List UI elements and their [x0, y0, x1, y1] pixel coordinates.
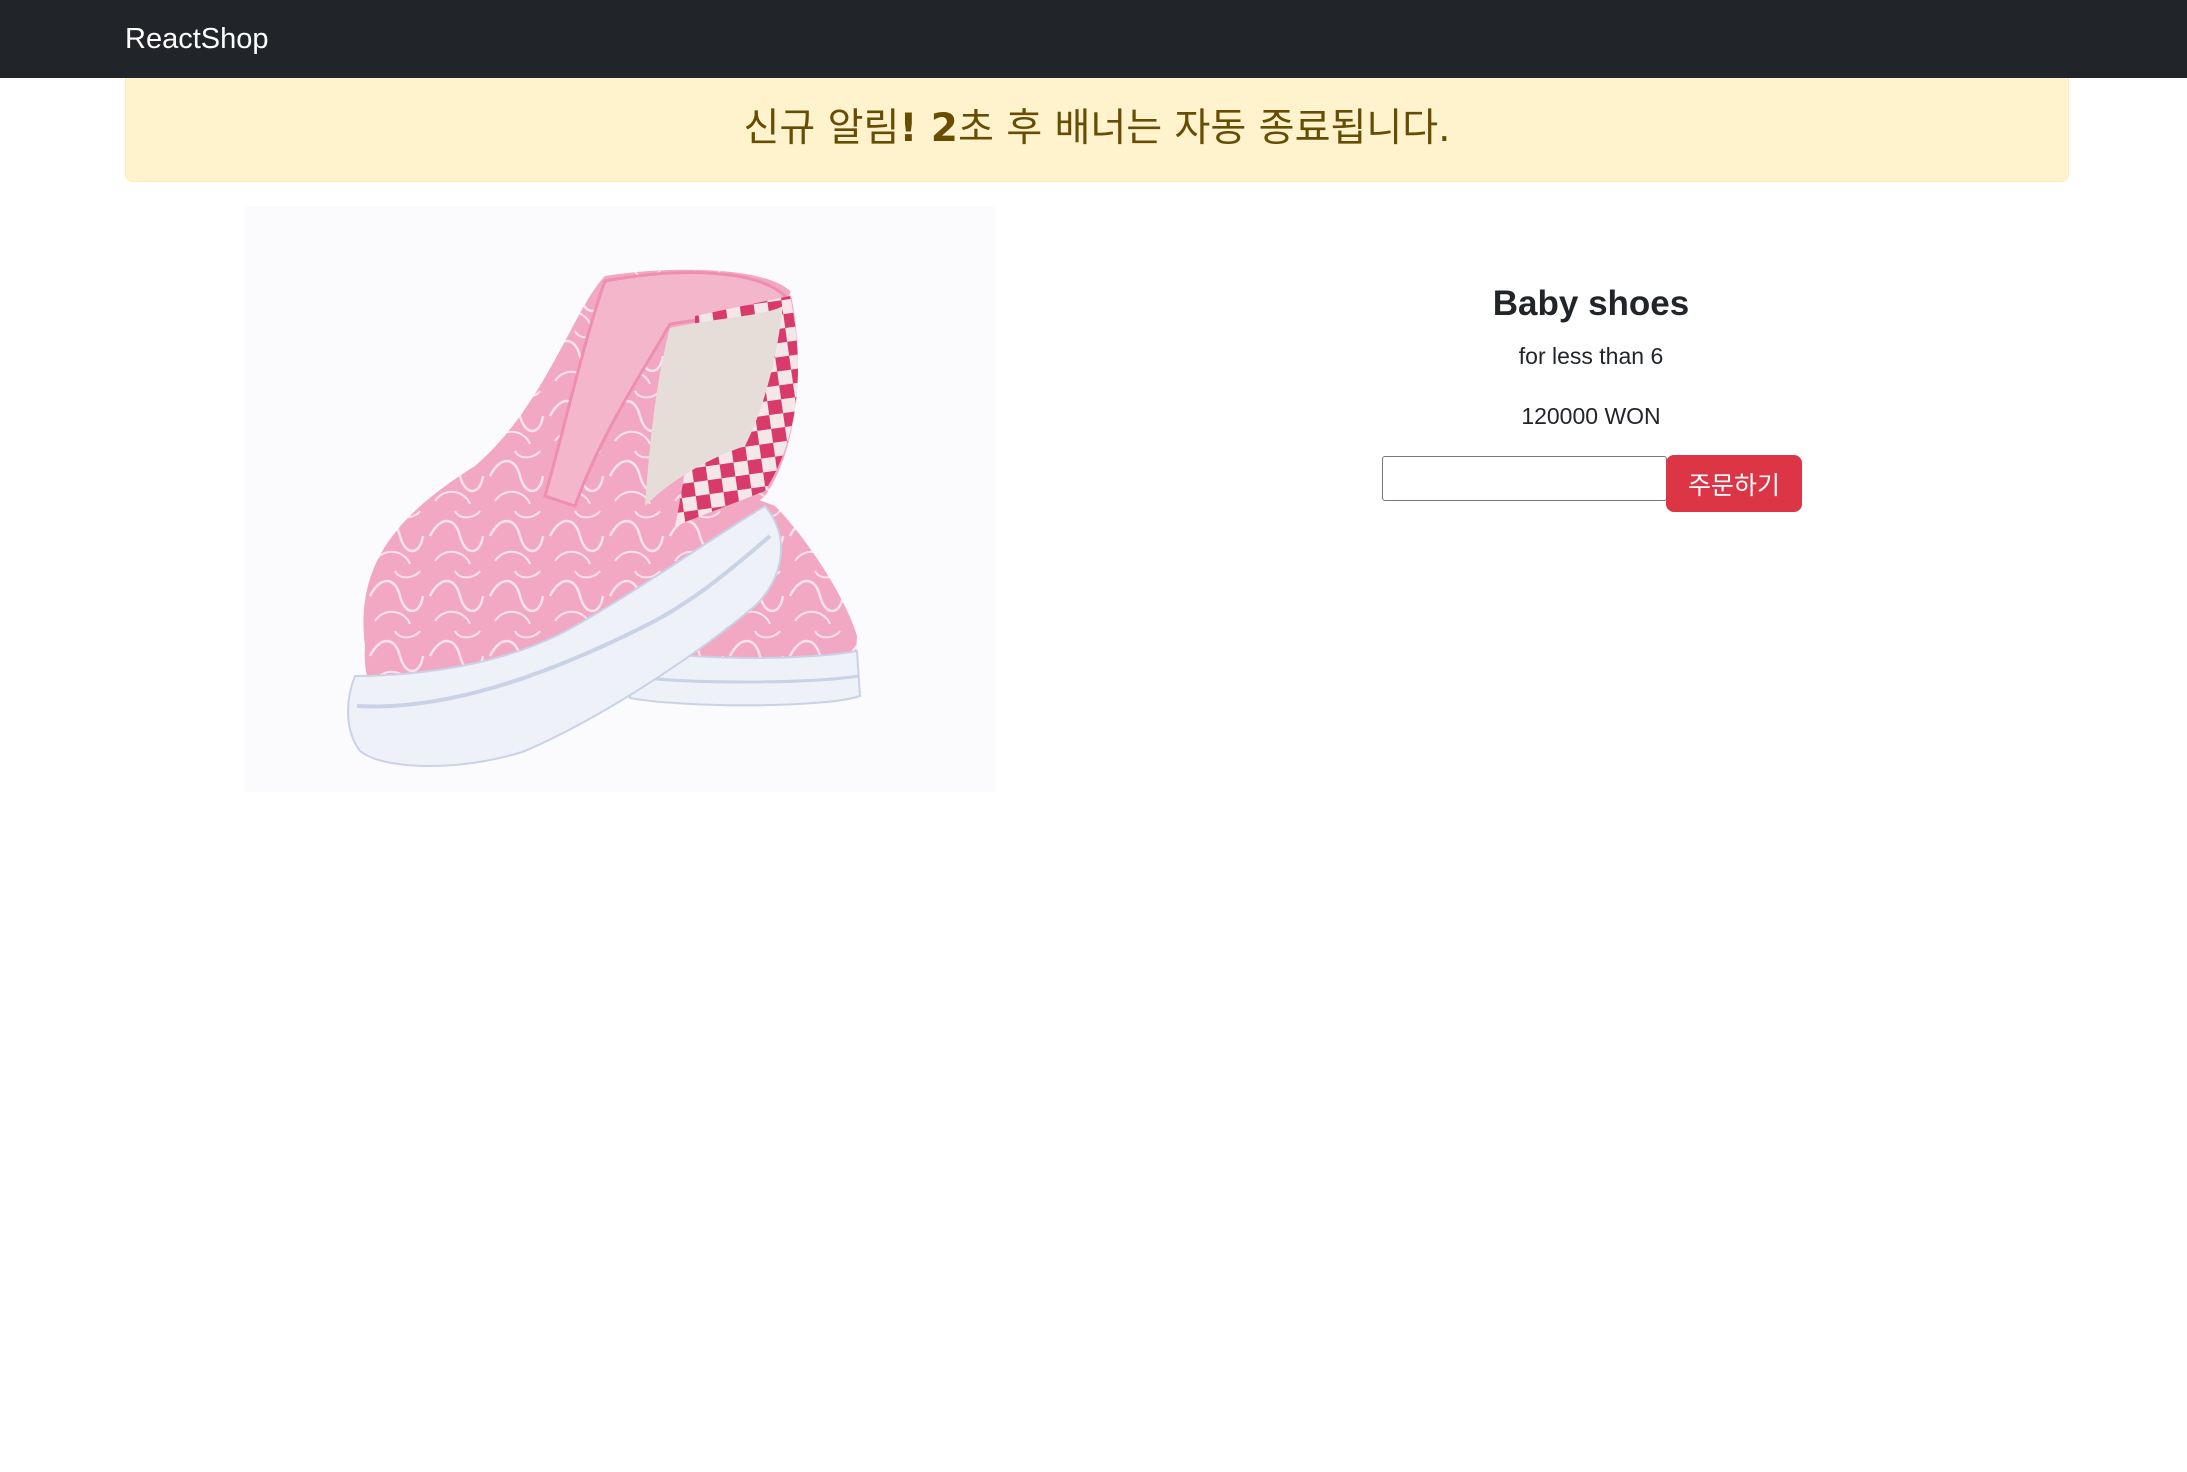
alert-message-prefix: 신규 알림: [743, 105, 900, 151]
product-image: [245, 206, 995, 792]
alert-banner: 신규 알림! 2초 후 배너는 자동 종료됩니다.: [125, 78, 2069, 182]
alert-message-bold: ! 2: [899, 105, 958, 151]
navbar: ReactShop: [0, 0, 2187, 78]
brand-link[interactable]: ReactShop: [125, 0, 269, 78]
alert-message-suffix: 초 후 배너는 자동 종료됩니다.: [957, 105, 1451, 151]
product-price: 120000 WON: [1521, 403, 1661, 429]
order-form: 주문하기: [1382, 455, 1802, 512]
product-detail: Baby shoes for less than 6 120000 WON: [1291, 270, 1891, 435]
order-button[interactable]: 주문하기: [1666, 455, 1802, 512]
product-description: for less than 6: [1518, 343, 1664, 369]
alert-message: 신규 알림! 2초 후 배너는 자동 종료됩니다.: [744, 97, 1451, 153]
product-title: Baby shoes: [1492, 284, 1690, 323]
quantity-input[interactable]: [1382, 456, 1667, 501]
